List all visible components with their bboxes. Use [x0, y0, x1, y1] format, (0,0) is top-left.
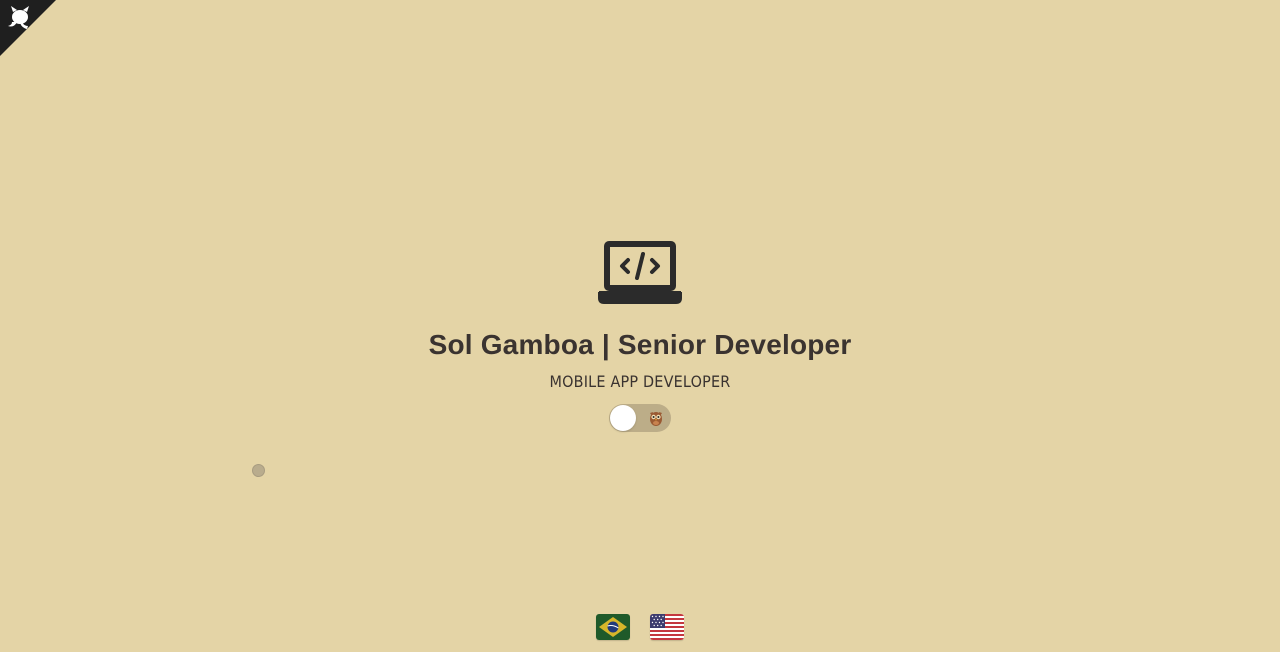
page-title: Sol Gamboa | Senior Developer: [428, 329, 852, 360]
page-subtitle: MOBILE APP DEVELOPER: [549, 372, 731, 391]
cursor-dot: [252, 464, 265, 477]
language-selector: [0, 614, 1280, 640]
theme-toggle[interactable]: [609, 404, 671, 432]
github-corner-icon: [0, 0, 56, 56]
toggle-knob: [610, 405, 636, 431]
page: Sol Gamboa | Senior Developer MOBILE APP…: [0, 0, 1280, 652]
brazil-flag-icon[interactable]: [596, 614, 630, 640]
usa-flag-icon[interactable]: [650, 614, 684, 640]
laptop-code-icon: [598, 241, 682, 304]
github-corner-link[interactable]: [0, 0, 56, 56]
hero-section: Sol Gamboa | Senior Developer MOBILE APP…: [0, 240, 1280, 432]
owl-icon: [650, 412, 662, 426]
